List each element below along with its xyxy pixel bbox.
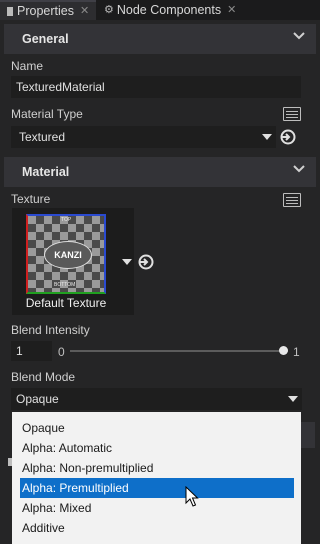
tab-node-components-label: Node Components (116, 3, 222, 17)
slider-max-label: 1 (293, 345, 300, 359)
section-general-header[interactable]: General (4, 24, 316, 54)
name-label: Name (11, 59, 44, 73)
texture-thumbnail: TOP BOTTOM KANZI (26, 214, 106, 294)
material-type-label: Material Type (11, 107, 83, 121)
close-icon[interactable]: ✕ (227, 1, 236, 19)
option-alpha-mixed[interactable]: Alpha: Mixed (20, 498, 294, 518)
tab-properties-label: Properties (17, 4, 74, 18)
slider-thumb[interactable] (279, 346, 288, 355)
option-alpha-automatic[interactable]: Alpha: Automatic (20, 438, 294, 458)
dropdown-arrow-icon (262, 134, 272, 140)
node-components-icon: ⚙ (104, 4, 114, 16)
dropdown-arrow-icon (288, 396, 298, 402)
blend-mode-value: Opaque (16, 392, 59, 406)
option-opaque[interactable]: Opaque (20, 418, 294, 438)
goto-resource-icon[interactable] (137, 253, 155, 271)
blend-intensity-slider[interactable] (70, 350, 288, 352)
goto-resource-icon[interactable] (279, 128, 297, 146)
section-general-title: General (22, 32, 69, 46)
option-additive[interactable]: Additive (20, 518, 294, 538)
mouse-cursor-icon (185, 486, 199, 507)
chevron-down-icon[interactable] (292, 31, 306, 41)
blend-intensity-label: Blend Intensity (11, 323, 90, 337)
kanzi-logo-text: KANZI (54, 250, 82, 260)
blend-mode-dropdown: Opaque Alpha: Automatic Alpha: Non-premu… (12, 412, 301, 544)
close-icon[interactable]: ✕ (80, 2, 89, 20)
slider-min-label: 0 (58, 345, 65, 359)
list-icon[interactable] (283, 193, 301, 207)
kanzi-logo: KANZI (44, 241, 92, 269)
tab-node-components[interactable]: ⚙ Node Components ✕ (100, 0, 236, 20)
hidden-section-edge (301, 422, 315, 448)
texture-name: Default Texture (25, 296, 107, 310)
list-icon[interactable] (283, 107, 301, 121)
section-material-header[interactable]: Material (4, 157, 316, 187)
texture-dropdown-arrow-icon[interactable] (122, 259, 132, 265)
blend-mode-select[interactable]: Opaque (11, 388, 302, 410)
tab-bar: Properties ✕ ⚙ Node Components ✕ (0, 0, 320, 20)
texture-label: Texture (11, 192, 51, 206)
option-alpha-non-premultiplied[interactable]: Alpha: Non-premultiplied (20, 458, 294, 478)
option-alpha-premultiplied[interactable]: Alpha: Premultiplied (20, 478, 294, 498)
name-field[interactable]: TexturedMaterial (11, 76, 301, 98)
thumb-bottom-label: BOTTOM (54, 282, 76, 288)
tab-properties-icon (7, 6, 13, 16)
tab-properties[interactable]: Properties ✕ (0, 0, 96, 20)
material-type-value: Textured (19, 130, 66, 144)
chevron-down-icon[interactable] (292, 164, 306, 174)
thumb-top-label: TOP (61, 217, 72, 223)
blend-mode-label: Blend Mode (11, 370, 76, 384)
blend-intensity-input[interactable]: 1 (11, 341, 52, 361)
material-type-select[interactable]: Textured (11, 126, 276, 148)
texture-picker[interactable]: TOP BOTTOM KANZI Default Texture (12, 208, 134, 315)
section-material-title: Material (22, 165, 70, 179)
